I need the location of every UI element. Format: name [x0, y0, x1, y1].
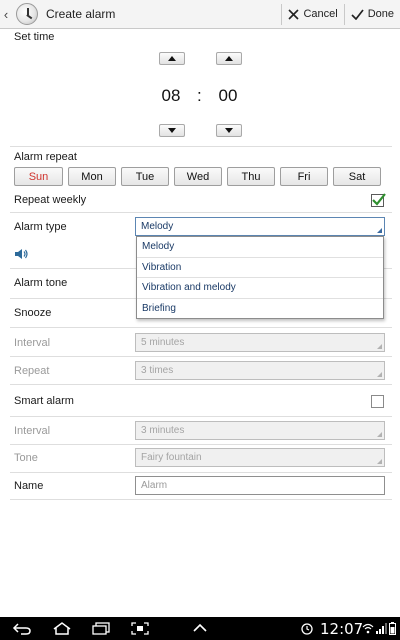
- dropdown-option-vibration[interactable]: Vibration: [137, 258, 383, 278]
- snooze-repeat-label: Repeat: [14, 365, 50, 377]
- day-button-thu[interactable]: Thu: [227, 167, 275, 186]
- dropdown-option-melody[interactable]: Melody: [137, 237, 383, 258]
- screenshot-icon[interactable]: [131, 622, 149, 635]
- day-button-sun[interactable]: Sun: [14, 167, 63, 186]
- alarm-type-label: Alarm type: [14, 221, 67, 233]
- snooze-repeat-select[interactable]: 3 times: [135, 361, 385, 380]
- checkmark-icon: [372, 193, 386, 206]
- minute-value[interactable]: 00: [208, 86, 248, 106]
- cancel-button[interactable]: Cancel: [282, 0, 343, 29]
- chevron-up-icon[interactable]: [192, 622, 208, 635]
- status-clock: 12:07: [320, 620, 364, 638]
- time-separator: :: [197, 86, 202, 105]
- page-title: Create alarm: [46, 7, 116, 21]
- divider: [10, 212, 392, 213]
- alarm-status-icon: [301, 623, 313, 635]
- hour-value[interactable]: 08: [151, 86, 191, 106]
- dropdown-corner-icon: [377, 228, 382, 233]
- close-icon: [288, 8, 300, 20]
- name-input[interactable]: Alarm: [135, 476, 385, 495]
- dropdown-option-briefing[interactable]: Briefing: [137, 299, 383, 320]
- smart-alarm-checkbox[interactable]: [371, 395, 384, 408]
- divider: [10, 146, 392, 147]
- speaker-icon[interactable]: [14, 248, 28, 260]
- name-label: Name: [14, 480, 44, 492]
- day-button-sat[interactable]: Sat: [333, 167, 381, 186]
- snooze-label: Snooze: [14, 307, 52, 319]
- dropdown-corner-icon: [377, 459, 382, 464]
- alarm-clock-icon[interactable]: [16, 3, 38, 25]
- recent-apps-icon[interactable]: [91, 622, 111, 635]
- smart-alarm-interval-label: Interval: [14, 425, 51, 437]
- back-chevron-icon[interactable]: ‹: [0, 0, 12, 29]
- action-bar: ‹ Create alarm Cancel Done: [0, 0, 400, 29]
- day-button-tue[interactable]: Tue: [121, 167, 169, 186]
- wifi-icon: [362, 623, 374, 634]
- repeat-weekly-checkbox[interactable]: [371, 193, 386, 207]
- done-button[interactable]: Done: [345, 0, 400, 29]
- dropdown-option-vibration-and-melody[interactable]: Vibration and melody: [137, 278, 383, 299]
- alarm-type-dropdown-list: Melody Vibration Vibration and melody Br…: [136, 236, 384, 319]
- cancel-label: Cancel: [303, 8, 338, 20]
- repeat-weekly-label: Repeat weekly: [14, 194, 87, 206]
- checkmark-icon: [351, 8, 364, 20]
- system-bar: 12:07: [0, 617, 400, 640]
- divider: [10, 444, 392, 445]
- minute-increment-button[interactable]: [216, 52, 242, 65]
- smart-alarm-tone-value: Fairy fountain: [141, 452, 202, 463]
- divider: [10, 416, 392, 417]
- snooze-interval-select[interactable]: 5 minutes: [135, 333, 385, 352]
- dropdown-corner-icon: [377, 432, 382, 437]
- smart-alarm-tone-select[interactable]: Fairy fountain: [135, 448, 385, 467]
- divider: [10, 384, 392, 385]
- battery-icon: [389, 622, 396, 635]
- alarm-repeat-label: Alarm repeat: [14, 151, 77, 163]
- divider: [10, 356, 392, 357]
- arrow-up-icon: [225, 56, 233, 61]
- name-placeholder: Alarm: [141, 480, 168, 491]
- smart-alarm-interval-value: 3 minutes: [141, 425, 185, 436]
- set-time-label: Set time: [14, 31, 55, 43]
- divider: [10, 327, 392, 328]
- arrow-up-icon: [168, 56, 176, 61]
- snooze-interval-value: 5 minutes: [141, 337, 185, 348]
- done-label: Done: [367, 8, 394, 20]
- dropdown-corner-icon: [377, 344, 382, 349]
- day-button-fri[interactable]: Fri: [280, 167, 328, 186]
- dropdown-corner-icon: [377, 372, 382, 377]
- back-icon[interactable]: [12, 622, 32, 635]
- day-button-wed[interactable]: Wed: [174, 167, 222, 186]
- smart-alarm-tone-label: Tone: [14, 452, 38, 464]
- alarm-type-select[interactable]: Melody: [135, 217, 385, 236]
- alarm-tone-label[interactable]: Alarm tone: [14, 277, 67, 289]
- arrow-down-icon: [225, 128, 233, 133]
- day-button-mon[interactable]: Mon: [68, 167, 116, 186]
- smart-alarm-label: Smart alarm: [14, 395, 74, 407]
- home-icon[interactable]: [52, 622, 72, 635]
- divider: [10, 499, 392, 500]
- hour-increment-button[interactable]: [159, 52, 185, 65]
- hour-decrement-button[interactable]: [159, 124, 185, 137]
- smart-alarm-interval-select[interactable]: 3 minutes: [135, 421, 385, 440]
- divider: [10, 472, 392, 473]
- snooze-repeat-value: 3 times: [141, 365, 174, 376]
- signal-icon: [376, 623, 387, 634]
- snooze-interval-label: Interval: [14, 337, 51, 349]
- arrow-down-icon: [168, 128, 176, 133]
- minute-decrement-button[interactable]: [216, 124, 242, 137]
- alarm-type-value: Melody: [141, 221, 174, 232]
